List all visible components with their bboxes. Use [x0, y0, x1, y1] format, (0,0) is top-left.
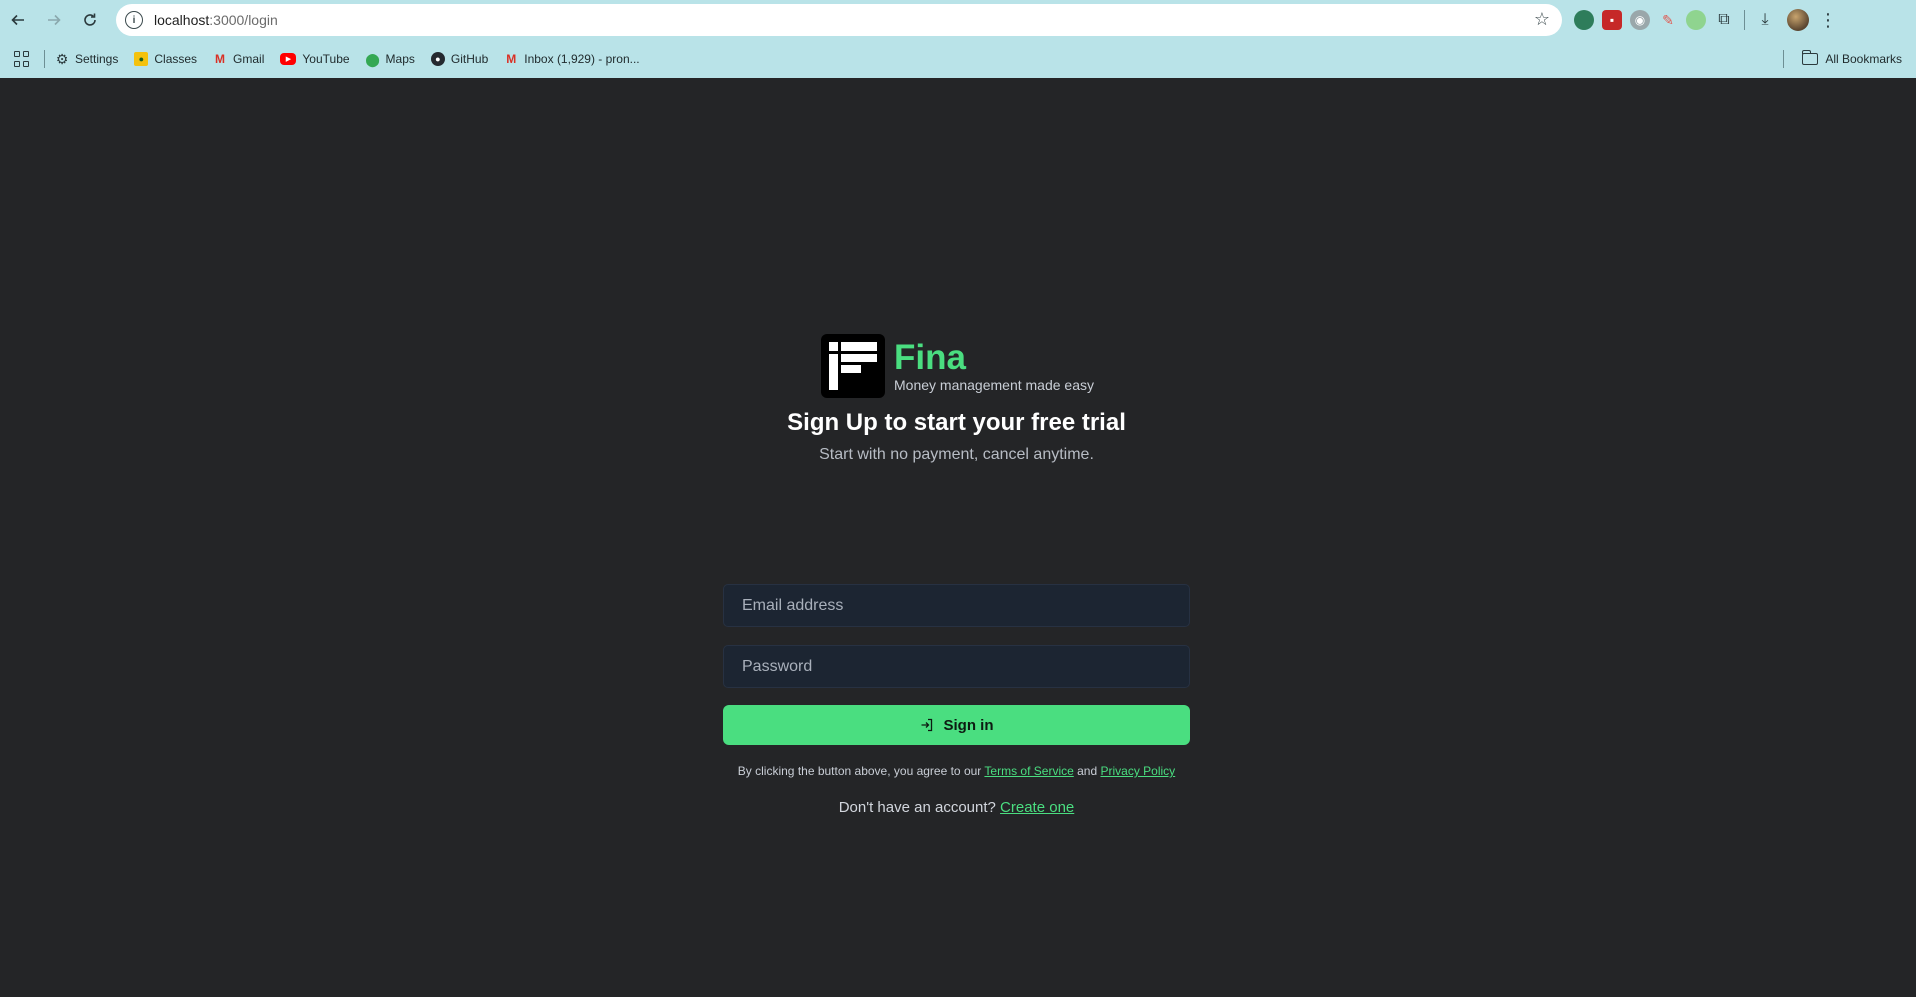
bookmark-star-icon[interactable]: ☆ [1534, 9, 1550, 30]
arrow-right-icon [48, 14, 61, 26]
url-host: localhost [154, 12, 210, 28]
sign-in-button[interactable]: Sign in [723, 705, 1190, 745]
extensions-puzzle-icon[interactable]: ⧉ [1714, 10, 1734, 30]
eyedropper-extension-icon[interactable]: ✎ [1658, 10, 1678, 30]
legal-and: and [1077, 764, 1098, 778]
fina-logo [821, 334, 885, 398]
profile-avatar[interactable] [1787, 9, 1809, 31]
bookmarks-divider [1783, 50, 1785, 68]
reload-button[interactable] [72, 2, 108, 38]
extension-1-icon[interactable] [1574, 10, 1594, 30]
login-page: Fina Money management made easy Sign Up … [0, 78, 1916, 997]
page-title: Sign Up to start your free trial [787, 409, 1126, 436]
forward-button[interactable] [36, 2, 72, 38]
brand-name: Fina [894, 338, 966, 377]
apps-grid-icon[interactable] [14, 51, 30, 67]
bookmark-label: Inbox (1,929) - pron... [524, 52, 640, 66]
legal-notice: By clicking the button above, you agree … [723, 764, 1190, 778]
camera-extension-icon[interactable]: ◉ [1630, 10, 1650, 30]
bookmark-github[interactable]: ● GitHub [430, 52, 489, 66]
folder-icon [1801, 50, 1819, 65]
privacy-policy-link[interactable]: Privacy Policy [1101, 764, 1176, 778]
back-button[interactable] [0, 2, 36, 38]
sign-in-label: Sign in [943, 716, 994, 734]
maps-icon: ⬤ [365, 51, 380, 67]
bookmark-youtube[interactable]: ▶ YouTube [280, 52, 350, 66]
all-bookmarks-button[interactable]: All Bookmarks [1783, 40, 1902, 78]
sign-in-icon [921, 718, 932, 732]
address-bar[interactable]: i localhost:3000/login ☆ [116, 4, 1562, 36]
download-icon[interactable]: ⤓ [1755, 10, 1775, 30]
signup-prompt-text: Don't have an account? [838, 799, 996, 816]
page-subtitle: Start with no payment, cancel anytime. [819, 446, 1094, 463]
bookmark-label: Gmail [233, 52, 265, 66]
brand-header: Fina Money management made easy [821, 334, 1094, 398]
youtube-icon: ▶ [280, 53, 297, 65]
classes-icon: ● [134, 52, 149, 66]
terms-of-service-link[interactable]: Terms of Service [984, 764, 1073, 778]
bookmark-label: Settings [75, 52, 119, 66]
browser-toolbar: i localhost:3000/login ☆ ▪ ◉ ✎ ⧉ ⤓ ⋮ [0, 0, 1916, 40]
all-bookmarks-label: All Bookmarks [1825, 52, 1902, 66]
reload-icon [84, 13, 96, 26]
bookmark-gmail[interactable]: M Gmail [213, 52, 264, 66]
signup-prompt: Don't have an account? Create one [723, 799, 1190, 816]
extension-2-icon[interactable]: ▪ [1602, 10, 1622, 30]
gear-icon: ⚙ [55, 51, 69, 67]
gmail-icon: M [215, 52, 226, 66]
browser-chrome: i localhost:3000/login ☆ ▪ ◉ ✎ ⧉ ⤓ ⋮ ⚙ S… [0, 0, 1916, 78]
bookmarks-divider [44, 50, 45, 68]
url-text: localhost:3000/login [154, 12, 278, 28]
gmail-icon: M [506, 52, 517, 66]
legal-prefix: By clicking the button above, you agree … [737, 764, 982, 778]
bookmark-label: GitHub [450, 52, 489, 66]
bookmark-inbox[interactable]: M Inbox (1,929) - pron... [504, 52, 639, 66]
brand-tagline: Money management made easy [894, 377, 1094, 393]
bookmarks-bar: ⚙ Settings ● Classes M Gmail ▶ YouTube ⬤… [0, 40, 1916, 78]
site-info-icon[interactable]: i [125, 11, 143, 29]
bookmark-classes[interactable]: ● Classes [134, 52, 197, 66]
url-path: :3000/login [209, 12, 278, 28]
menu-kebab-icon[interactable]: ⋮ [1819, 10, 1837, 31]
extension-5-icon[interactable] [1686, 10, 1706, 30]
email-field[interactable] [723, 584, 1190, 627]
arrow-left-icon [11, 14, 24, 26]
brand-text: Fina Money management made easy [894, 338, 1094, 394]
bookmark-label: Classes [154, 52, 198, 66]
github-icon: ● [430, 52, 445, 66]
bookmark-maps[interactable]: ⬤ Maps [365, 51, 415, 67]
password-field[interactable] [723, 645, 1190, 688]
extensions-area: ▪ ◉ ✎ ⧉ ⤓ ⋮ [1574, 6, 1837, 34]
toolbar-divider [1744, 10, 1745, 30]
bookmark-label: Maps [385, 52, 415, 66]
bookmark-settings[interactable]: ⚙ Settings [55, 51, 119, 67]
bookmark-label: YouTube [302, 52, 350, 66]
create-account-link[interactable]: Create one [1000, 799, 1074, 816]
